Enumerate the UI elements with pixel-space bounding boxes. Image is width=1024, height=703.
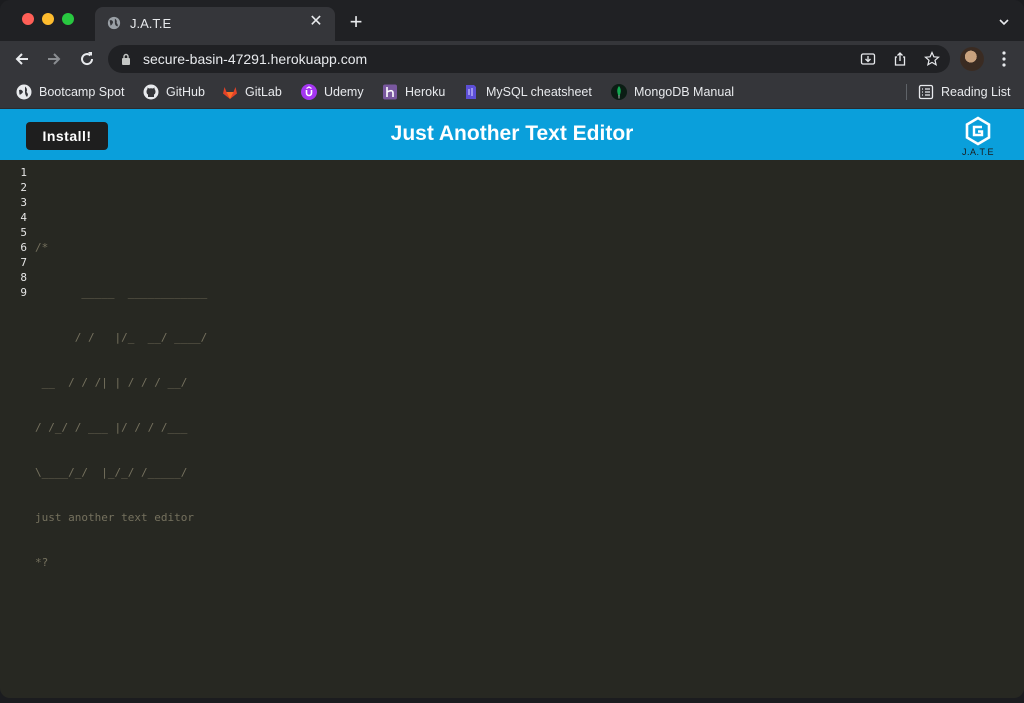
app-header: Install! Just Another Text Editor J.A.T.… (0, 109, 1024, 160)
maximize-window-button[interactable] (62, 13, 74, 25)
bookmark-gitlab[interactable]: GitLab (222, 83, 282, 101)
bookmark-mysql-cheatsheet[interactable]: MySQL cheatsheet (463, 83, 592, 101)
logo-text: J.A.T.E (961, 147, 994, 157)
line-number: 1 (20, 166, 27, 179)
minimize-window-button[interactable] (42, 13, 54, 25)
bookmarks-divider (906, 84, 907, 100)
line-number: 3 (20, 196, 27, 209)
bookmark-udemy[interactable]: Udemy (301, 83, 364, 101)
back-arrow-icon[interactable] (12, 49, 32, 69)
tab-title: J.A.T.E (130, 16, 172, 31)
page-title: Just Another Text Editor (390, 122, 634, 145)
code-editor[interactable]: 1 2 3 4 5 6 7 8 9 /* _____ ____________ … (0, 160, 1024, 698)
bootcampspot-icon (16, 84, 32, 100)
url-text: secure-basin-47291.herokuapp.com (143, 51, 368, 67)
code-line[interactable]: _____ ____________ (35, 285, 207, 300)
code-line[interactable]: /* (35, 240, 207, 255)
code-line[interactable]: just another text editor (35, 510, 207, 525)
line-number: 2 (20, 181, 27, 194)
heroku-icon (383, 84, 397, 100)
code-line[interactable]: / / |/_ __/ ____/ (35, 330, 207, 345)
code-line[interactable]: *? (35, 555, 207, 570)
editor-content[interactable]: /* _____ ____________ / / |/_ __/ ____/ … (35, 165, 207, 600)
browser-window: J.A.T.E ✕ + secure-basin-47291.herokuapp… (0, 0, 1024, 698)
mongodb-icon (611, 84, 627, 100)
line-number: 7 (20, 256, 27, 269)
share-icon[interactable] (892, 51, 908, 67)
line-number-gutter: 1 2 3 4 5 6 7 8 9 (0, 165, 30, 300)
line-number: 4 (20, 211, 27, 224)
reading-list-button[interactable]: Reading List (918, 83, 1011, 101)
install-button[interactable]: Install! (26, 122, 108, 150)
bookmark-mongodb-manual[interactable]: MongoDB Manual (611, 83, 734, 101)
more-menu-icon[interactable] (998, 49, 1010, 69)
install-app-icon[interactable] (860, 51, 876, 67)
browser-tab[interactable]: J.A.T.E ✕ (95, 7, 335, 41)
profile-avatar[interactable] (960, 47, 984, 71)
line-number: 6 (20, 241, 27, 254)
bookmarks-bar: Bootcamp Spot GitHub GitLab Udemy Heroku… (0, 77, 1024, 109)
address-bar[interactable]: secure-basin-47291.herokuapp.com (108, 45, 950, 73)
code-line[interactable] (35, 195, 207, 210)
close-tab-icon[interactable]: ✕ (307, 13, 325, 31)
close-window-button[interactable] (22, 13, 34, 25)
new-tab-icon[interactable]: + (346, 11, 366, 33)
code-line[interactable]: / /_/ / ___ |/ / / /___ (35, 420, 207, 435)
udemy-icon (301, 84, 317, 100)
lock-icon (122, 53, 130, 65)
line-number: 5 (20, 226, 27, 239)
bookmark-github[interactable]: GitHub (143, 83, 205, 101)
code-line[interactable]: \____/_/ |_/_/ /_____/ (35, 465, 207, 480)
code-line[interactable]: __ / / /| | / / / __/ (35, 375, 207, 390)
mysql-icon (466, 85, 476, 99)
chevron-down-icon[interactable] (998, 16, 1010, 28)
github-icon (143, 84, 159, 100)
globe-icon (107, 16, 121, 30)
browser-toolbar: secure-basin-47291.herokuapp.com (0, 41, 1024, 77)
bookmark-bootcamp-spot[interactable]: Bootcamp Spot (16, 83, 124, 101)
star-bookmark-icon[interactable] (924, 51, 940, 67)
line-number: 9 (20, 286, 27, 299)
reload-icon[interactable] (77, 49, 97, 69)
reading-list-icon (918, 84, 934, 100)
bookmark-heroku[interactable]: Heroku (382, 83, 445, 101)
tab-strip: J.A.T.E ✕ + (0, 0, 1024, 41)
gitlab-icon (223, 87, 237, 99)
line-number: 8 (20, 271, 27, 284)
forward-arrow-icon[interactable] (44, 49, 64, 69)
